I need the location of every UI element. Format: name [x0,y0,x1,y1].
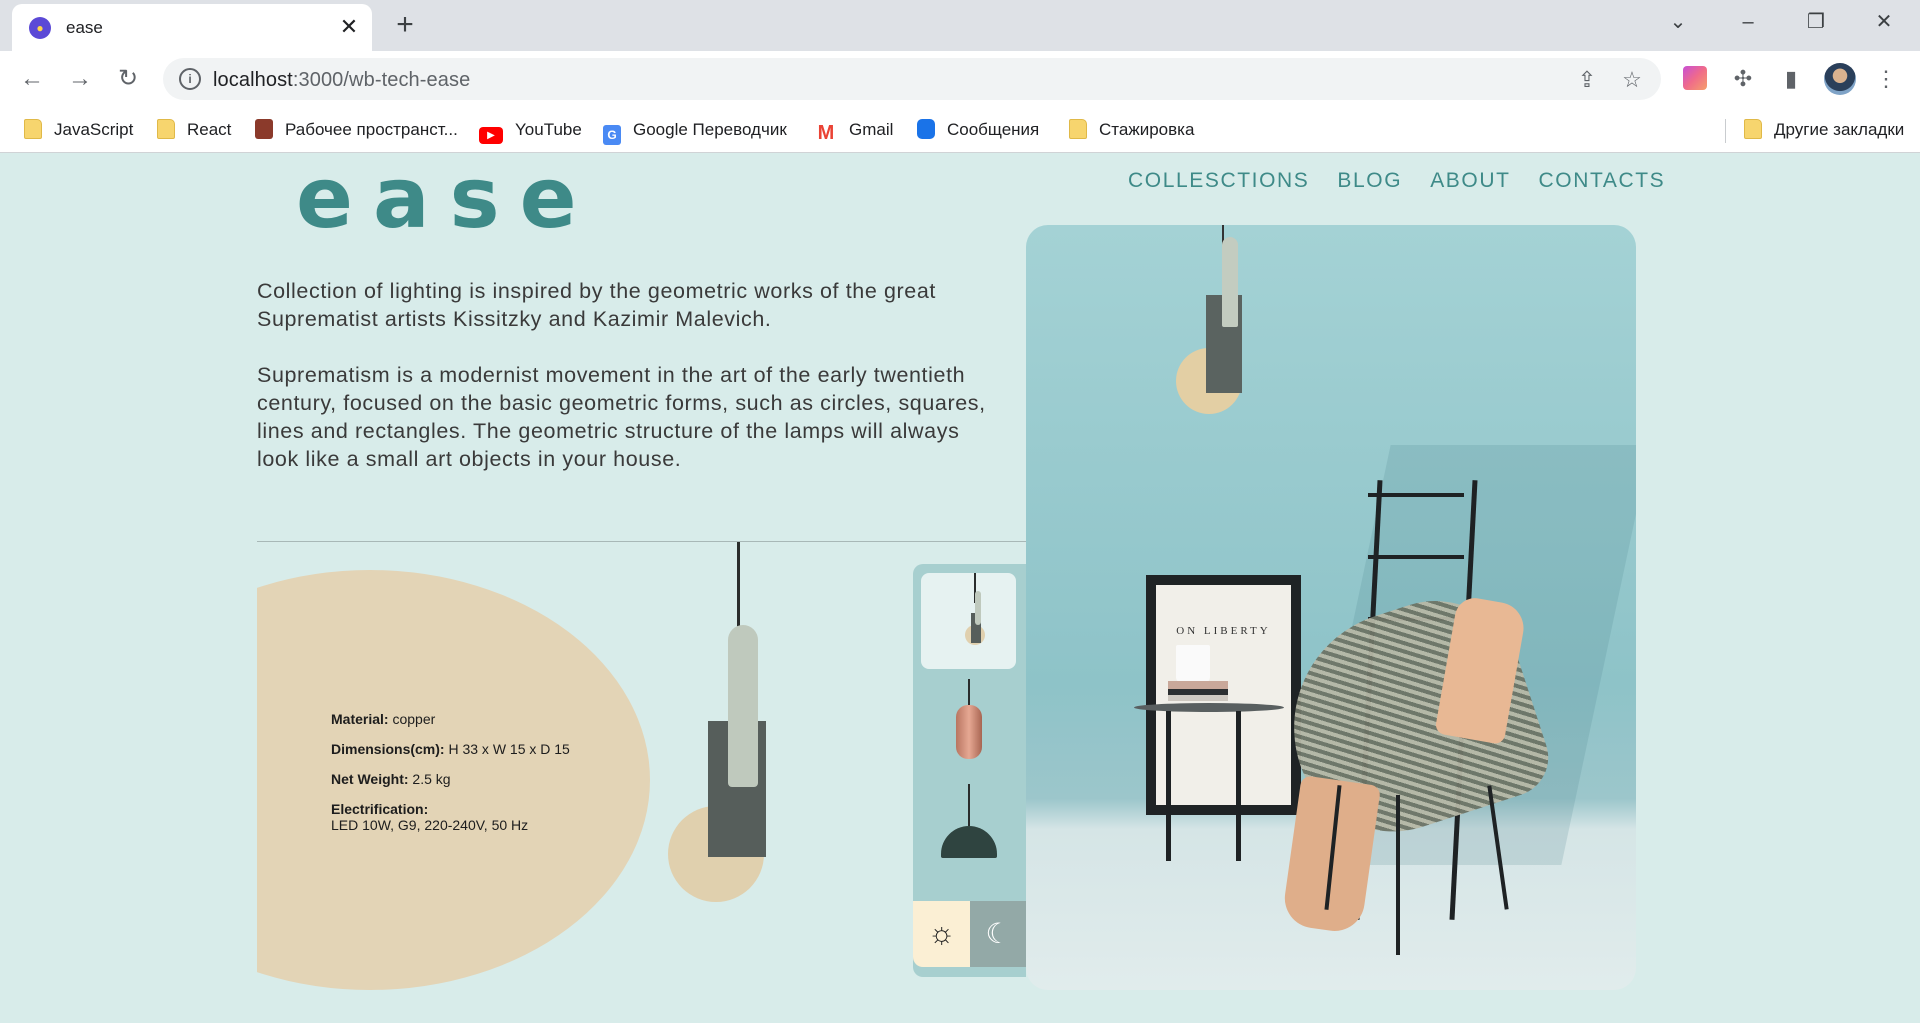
spec-weight: Net Weight: 2.5 kg [331,771,451,787]
bookmark-messages[interactable]: Сообщения [917,117,1039,143]
gmail-icon: M [817,122,835,144]
intro-text: Collection of lighting is inspired by th… [257,277,997,473]
spec-electrification: Electrification: LED 10W, G9, 220-240V, 5… [331,801,529,833]
bookmarks-bar: JavaScript React Рабочее пространст... ▶… [0,107,1920,153]
extensions-puzzle-icon[interactable]: ✣ [1727,63,1759,95]
folder-icon [157,119,175,139]
restore-icon[interactable]: ❐ [1796,6,1836,38]
bookmark-react[interactable]: React [157,117,231,143]
close-window-icon[interactable]: ✕ [1864,6,1904,38]
google-translate-icon: G [603,125,621,145]
thumb-dome-lamp [941,826,997,858]
tab-search-icon[interactable]: ⌄ [1658,6,1698,38]
site-info-icon[interactable]: i [179,68,201,90]
product-specs: Material: copper Dimensions(cm): H 33 x … [331,711,570,847]
browser-tab[interactable]: ● ease ✕ [12,4,372,51]
thumb-copper-lamp [956,705,982,759]
moon-icon: ☾ [985,918,1011,949]
bookmark-star-icon[interactable]: ☆ [1618,66,1646,94]
nav-about[interactable]: ABOUT [1430,169,1510,193]
thumbnail-lamp-3[interactable] [921,784,1016,880]
folder-icon [1069,119,1087,139]
browser-toolbar: ← → ↻ i localhost:3000/wb-tech-ease ⇪ ☆ … [0,51,1920,107]
thumbnail-lamp-1[interactable] [921,573,1016,669]
minimize-icon[interactable]: – [1728,6,1768,38]
nav-collections[interactable]: COLLESCTIONS [1128,169,1309,193]
bookmark-gmail[interactable]: M Gmail [815,117,894,144]
site-favicon-icon: ● [29,17,51,39]
thumb-blade [975,591,981,625]
sun-icon: ☼ [927,917,956,950]
lamp-blade [728,625,758,787]
address-bar[interactable]: i localhost:3000/wb-tech-ease ⇪ ☆ [163,58,1661,100]
forward-icon[interactable]: → [62,61,98,97]
nav-contacts[interactable]: CONTACTS [1539,169,1666,193]
address-url[interactable]: localhost:3000/wb-tech-ease [213,69,470,92]
new-tab-icon[interactable]: + [388,9,422,43]
youtube-icon: ▶ [479,127,503,144]
side-panel-icon[interactable]: ▮ [1775,63,1807,95]
share-icon[interactable]: ⇪ [1573,66,1601,94]
intro-paragraph-1: Collection of lighting is inspired by th… [257,279,936,331]
spec-material: Material: copper [331,711,436,727]
browser-tabstrip: ● ease ✕ + ⌄ – ❐ ✕ [0,0,1920,51]
spec-circle-mask [0,570,257,1010]
bookmark-workspace[interactable]: Рабочее пространст... [255,117,458,143]
light-mode-button[interactable]: ☼ [913,901,970,967]
section-divider [257,541,1027,542]
briefcase-icon [255,119,273,139]
intro-paragraph-2: Suprematism is a modernist movement in t… [257,363,986,471]
nav-blog[interactable]: BLOG [1337,169,1402,193]
dark-mode-button[interactable]: ☾ [970,901,1026,967]
main-nav: COLLESCTIONS BLOG ABOUT CONTACTS [1128,169,1665,193]
folder-icon [24,119,42,139]
back-icon[interactable]: ← [14,61,50,97]
close-tab-icon[interactable]: ✕ [336,14,362,40]
bookmark-internship[interactable]: Стажировка [1069,117,1194,143]
bookmark-javascript[interactable]: JavaScript [24,117,133,143]
bookmark-google-translate[interactable]: G Google Переводчик [603,117,787,145]
folder-icon [1744,119,1762,139]
extension-icon[interactable] [1683,66,1707,90]
thumbnail-lamp-2[interactable] [921,679,1016,775]
interior-photo: ON LIBERTY [1026,225,1636,990]
tab-title: ease [66,18,103,37]
browser-menu-icon[interactable]: ⋮ [1870,63,1902,95]
bookmark-youtube[interactable]: ▶ YouTube [479,117,582,144]
bookmarks-divider [1725,119,1726,143]
profile-avatar[interactable] [1824,63,1856,95]
messages-icon [917,119,935,139]
lamp-thumbnail-rail: ☼ ☾ [913,564,1026,977]
poster-text: ON LIBERTY [1176,625,1271,637]
reload-icon[interactable]: ↻ [110,61,146,97]
spec-dimensions: Dimensions(cm): H 33 x W 15 x D 15 [331,741,570,757]
other-bookmarks[interactable]: Другие закладки [1744,117,1904,143]
page-content: ease COLLESCTIONS BLOG ABOUT CONTACTS Co… [0,153,1920,1023]
site-logo[interactable]: ease [296,153,597,243]
